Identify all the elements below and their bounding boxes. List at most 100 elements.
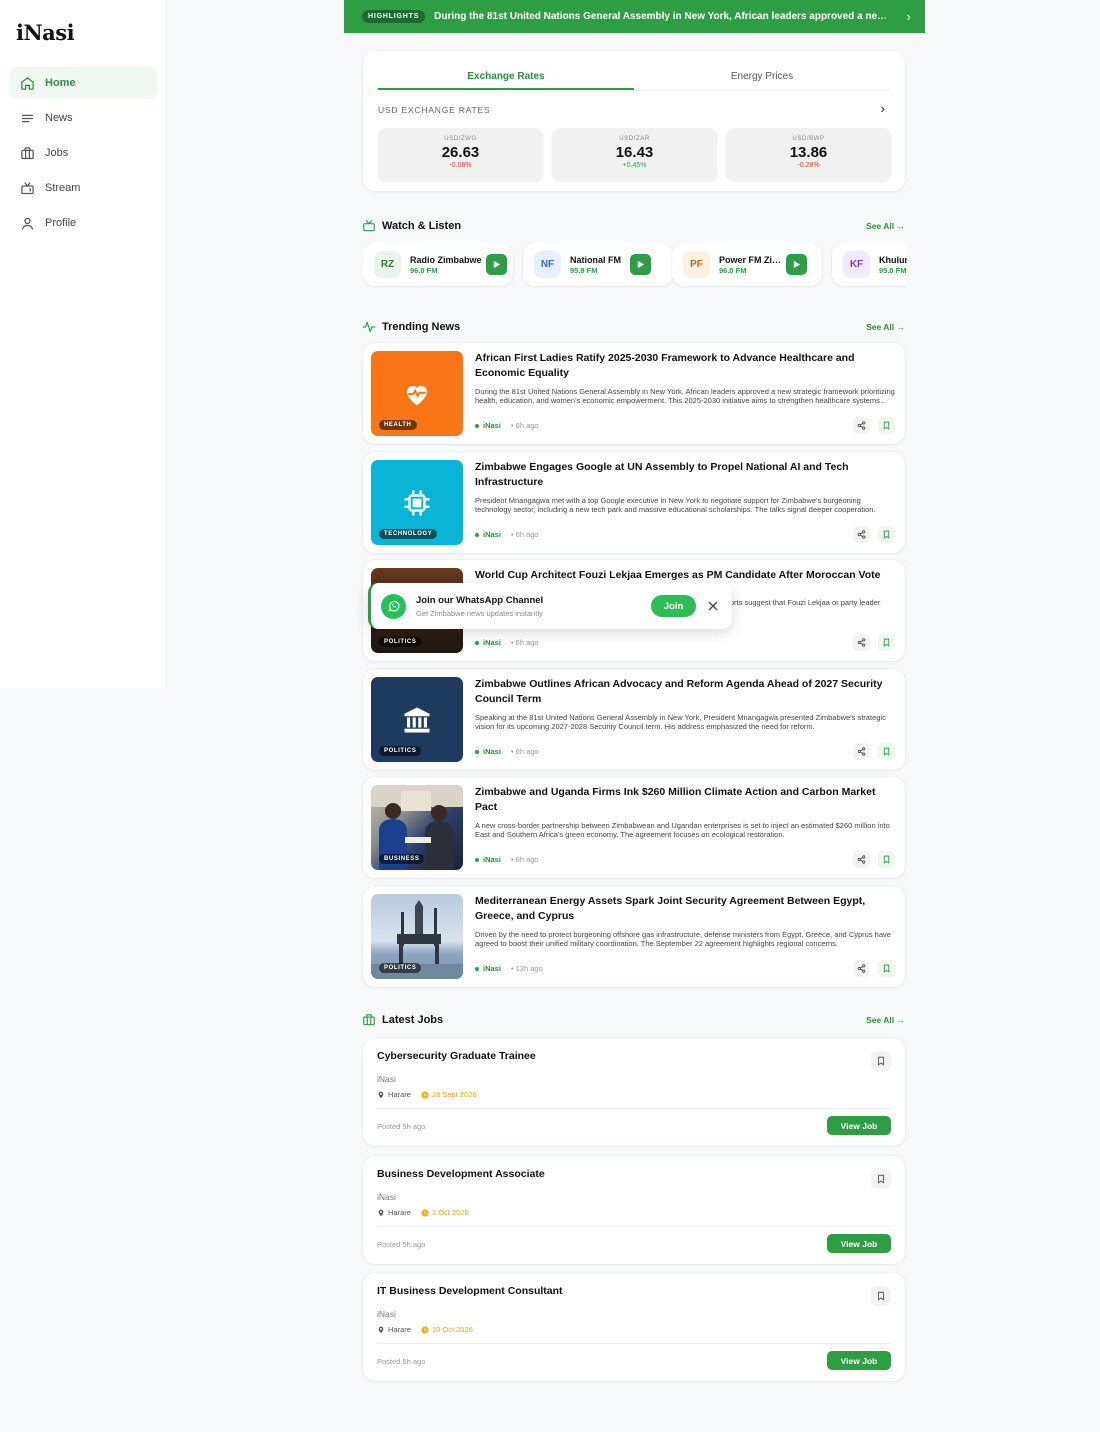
radio-card[interactable]: RZ Radio Zimbabwe 96.0 FM: [363, 243, 513, 286]
bookmark-icon: [883, 530, 890, 539]
station-freq: 95.8 FM: [570, 265, 598, 275]
rate-card[interactable]: USD/ZAR 16.43 +0.45%: [552, 128, 717, 181]
whatsapp-title: Join our WhatsApp Channel: [416, 594, 544, 606]
news-card[interactable]: TECHNOLOGY Zimbabwe Engages Google at UN…: [363, 452, 905, 553]
category-badge: BUSINESS: [379, 854, 425, 864]
news-excerpt: President Mnangagwa met with a top Googl…: [475, 496, 876, 515]
radio-card[interactable]: PF Power FM Zimbabwe96.0 FM: [672, 243, 822, 286]
bookmark-button[interactable]: [878, 743, 895, 760]
tab-energy-prices[interactable]: Energy Prices: [634, 71, 890, 90]
news-excerpt: During the 81st United Nations General A…: [475, 387, 895, 406]
job-title[interactable]: Business Development Associate: [377, 1168, 545, 1180]
view-job-button[interactable]: View Job: [827, 1234, 891, 1253]
job-title[interactable]: IT Business Development Consultant: [377, 1285, 563, 1297]
job-meta: Harare 28 Sept 2026: [377, 1090, 477, 1099]
share-button[interactable]: [853, 743, 870, 760]
station-avatar: NF: [534, 251, 561, 278]
job-meta: Harare 10 Oct 2026: [377, 1325, 473, 1334]
news-card[interactable]: BUSINESS Zimbabwe and Uganda Firms Ink $…: [363, 777, 905, 878]
close-button[interactable]: [708, 601, 720, 611]
radio-row: RZ Radio Zimbabwe 96.0 FM NF National FM 9…: [363, 243, 907, 288]
rate-change: +0.45%: [622, 162, 647, 169]
news-title[interactable]: Mediterranean Energy Assets Spark Joint …: [475, 894, 895, 923]
share-button[interactable]: [853, 851, 870, 868]
see-all-link[interactable]: See All →: [866, 322, 905, 332]
sidebar-item-home[interactable]: Home: [9, 67, 157, 99]
highlight-badge: HIGHLIGHTS: [362, 10, 426, 23]
bookmark-icon: [878, 1056, 884, 1066]
category-badge: HEALTH: [379, 420, 417, 430]
radio-card[interactable]: NF National FM 95.8 FM: [523, 243, 673, 286]
view-job-button[interactable]: View Job: [827, 1116, 891, 1135]
see-all-link[interactable]: See All →: [866, 1015, 905, 1025]
rate-change: -0.28%: [797, 162, 820, 169]
job-card[interactable]: IT Business Development Consultant iNasi…: [363, 1273, 905, 1381]
radio-card[interactable]: KF Khulumani FM95.0 FM: [832, 243, 907, 286]
bookmark-button[interactable]: [871, 1286, 891, 1306]
share-icon: [857, 530, 866, 539]
sidebar-item-news[interactable]: News: [9, 102, 157, 134]
sidebar-item-stream[interactable]: Stream: [9, 172, 157, 204]
job-card[interactable]: Cybersecurity Graduate Trainee iNasi Har…: [363, 1038, 905, 1146]
share-button[interactable]: [853, 634, 870, 651]
bookmark-button[interactable]: [878, 634, 895, 651]
highlight-banner[interactable]: HIGHLIGHTS During the 81st United Nation…: [344, 0, 925, 33]
play-icon: [637, 260, 645, 269]
bookmark-button[interactable]: [871, 1051, 891, 1071]
bookmark-button[interactable]: [878, 960, 895, 977]
news-meta: iNasi • 6h ago: [475, 638, 539, 647]
bookmark-button[interactable]: [878, 417, 895, 434]
bookmark-button[interactable]: [871, 1169, 891, 1189]
news-title[interactable]: African First Ladies Ratify 2025-2030 Fr…: [475, 351, 895, 380]
share-button[interactable]: [853, 526, 870, 543]
bookmark-button[interactable]: [878, 851, 895, 868]
heart-pulse-icon: [407, 385, 427, 405]
briefcase-icon: [21, 146, 34, 159]
job-title[interactable]: Cybersecurity Graduate Trainee: [377, 1050, 536, 1062]
share-icon: [857, 638, 866, 647]
news-card[interactable]: POLITICS Mediterranean Energy Assets Spa…: [363, 886, 905, 987]
rate-card[interactable]: USD/BWP 13.86 -0.28%: [726, 128, 891, 181]
job-card[interactable]: Business Development Associate iNasi Har…: [363, 1156, 905, 1264]
sidebar-item-label: Stream: [45, 182, 81, 194]
close-icon: [708, 601, 718, 611]
logo[interactable]: iNasi: [16, 20, 75, 45]
view-job-button[interactable]: View Job: [827, 1351, 891, 1370]
bookmark-icon: [878, 1174, 884, 1184]
share-button[interactable]: [853, 960, 870, 977]
bank-icon: [404, 707, 430, 732]
share-button[interactable]: [853, 417, 870, 434]
clock-icon: [421, 1208, 429, 1217]
chevron-right-icon[interactable]: ›: [907, 9, 911, 24]
news-card[interactable]: POLITICS Zimbabwe Outlines African Advoc…: [363, 669, 905, 770]
news-title[interactable]: World Cup Architect Fouzi Lekjaa Emerges…: [475, 568, 895, 583]
exchange-tabs: Exchange Rates Energy Prices: [378, 71, 890, 91]
sidebar-item-jobs[interactable]: Jobs: [9, 137, 157, 169]
news-excerpt: A new cross-border partnership between Z…: [475, 821, 890, 840]
tab-exchange-rates[interactable]: Exchange Rates: [378, 71, 634, 90]
news-title[interactable]: Zimbabwe Outlines African Advocacy and R…: [475, 677, 895, 706]
sidebar-item-label: Jobs: [45, 147, 69, 159]
news-source: iNasi: [483, 421, 501, 430]
join-button[interactable]: Join: [651, 595, 696, 617]
play-button[interactable]: [786, 254, 807, 275]
sidebar-item-profile[interactable]: Profile: [9, 207, 157, 239]
play-button[interactable]: [486, 254, 507, 275]
bookmark-button[interactable]: [878, 526, 895, 543]
rate-value: 26.63: [441, 144, 480, 161]
rate-card[interactable]: USD/ZWG 26.63 -0.06%: [378, 128, 543, 181]
news-time: • 6h ago: [510, 638, 539, 647]
station-name: National FM: [570, 254, 621, 265]
news-title[interactable]: Zimbabwe and Uganda Firms Ink $260 Milli…: [475, 785, 895, 814]
news-source: iNasi: [483, 964, 501, 973]
bookmark-icon: [883, 747, 890, 756]
news-card[interactable]: HEALTH African First Ladies Ratify 2025-…: [363, 343, 905, 444]
map-pin-icon: [378, 1209, 384, 1216]
news-title[interactable]: Zimbabwe Engages Google at UN Assembly t…: [475, 460, 895, 489]
see-all-link[interactable]: See All →: [866, 221, 905, 231]
whatsapp-subtitle: Get Zimbabwe news updates instantly: [416, 608, 543, 618]
chevron-right-icon[interactable]: ›: [881, 101, 885, 116]
play-icon: [493, 260, 501, 269]
play-button[interactable]: [630, 254, 651, 275]
rate-value: 16.43: [615, 144, 654, 161]
